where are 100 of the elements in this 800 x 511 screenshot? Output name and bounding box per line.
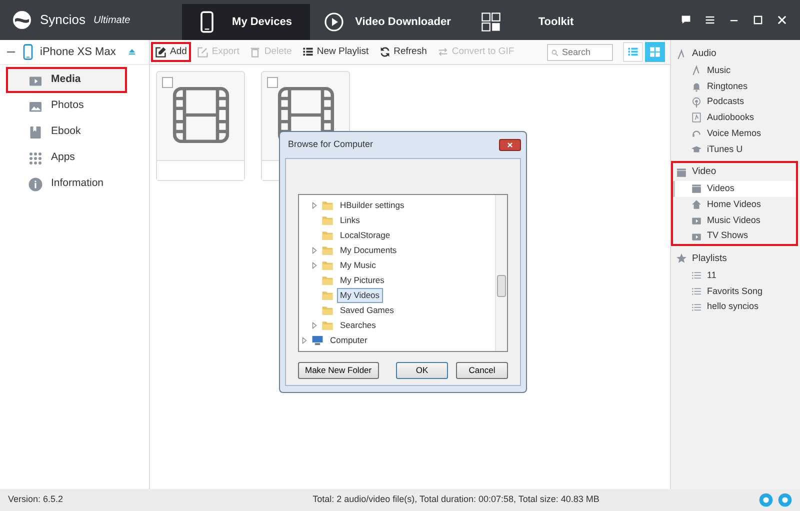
trash-icon (249, 46, 262, 58)
feedback-icon[interactable] (680, 14, 692, 26)
tree-item[interactable]: HBuilder settings (337, 198, 408, 213)
library-item[interactable]: Audiobooks (673, 110, 796, 126)
toolbar-button[interactable]: Refresh (374, 42, 431, 62)
expand-icon[interactable] (311, 322, 318, 329)
view-toggle[interactable] (623, 42, 643, 62)
tree-item[interactable]: Saved Games (337, 303, 397, 318)
tree-item[interactable]: My Pictures (337, 273, 388, 288)
clapper-icon (676, 166, 687, 178)
toolbar-button[interactable]: New Playlist (298, 42, 373, 62)
expand-icon[interactable] (311, 262, 318, 269)
folder-icon (321, 244, 334, 257)
library-item[interactable]: Home Videos (673, 196, 796, 212)
bell-icon (691, 81, 702, 92)
swap-icon (436, 46, 449, 58)
library-item[interactable]: Music (673, 63, 796, 79)
export-icon (196, 46, 209, 58)
tree-item[interactable]: Computer (327, 333, 370, 348)
list-icon (691, 302, 702, 313)
list-view-icon (627, 46, 639, 58)
folder-icon (321, 274, 334, 287)
book-icon (691, 112, 702, 124)
nav-tab[interactable]: Video Downloader (310, 4, 466, 40)
library-item[interactable]: 11 (673, 268, 796, 284)
list-icon (691, 270, 702, 282)
library-item[interactable]: hello syncios (673, 299, 796, 315)
sidebar-item[interactable]: Information (6, 171, 127, 197)
section-heading: Audio (692, 46, 716, 61)
folder-icon (321, 319, 334, 332)
library-item[interactable]: Favorits Song (673, 284, 796, 300)
library-item[interactable]: Podcasts (673, 94, 796, 110)
edit-icon (155, 46, 167, 58)
clapper-icon (691, 183, 702, 194)
nav-tab[interactable]: Toolkit (466, 4, 614, 40)
house-icon (691, 199, 702, 210)
folder-icon (321, 214, 334, 227)
app-name: Syncios (40, 11, 86, 30)
sidebar-item[interactable]: Ebook (6, 119, 127, 145)
tree-item[interactable]: Links (337, 213, 363, 228)
dialog-button[interactable]: Make New Folder (298, 362, 379, 379)
social-icon[interactable] (758, 493, 773, 507)
play-icon (324, 12, 344, 32)
tree-item[interactable]: Searches (337, 318, 379, 333)
expand-icon[interactable] (311, 202, 318, 209)
grid-view-icon (649, 46, 661, 58)
device-name: iPhone XS Max (40, 44, 117, 60)
sidebar-item[interactable]: Apps (6, 145, 127, 171)
book-icon (28, 124, 43, 140)
section-heading: Video (692, 165, 716, 179)
toolbar-button[interactable]: Add (151, 42, 191, 62)
tree-item[interactable]: My Music (337, 258, 379, 273)
library-item[interactable]: iTunes U (673, 141, 796, 158)
info-icon (28, 176, 43, 192)
computer-icon (311, 334, 324, 347)
tree-item[interactable]: My Documents (337, 243, 400, 258)
folder-icon (321, 304, 334, 317)
grid-icon (28, 150, 43, 166)
close-button[interactable] (499, 139, 521, 151)
search-field[interactable]: Search (547, 44, 613, 60)
library-item[interactable]: Videos (673, 181, 796, 197)
tree-item[interactable]: LocalStorage (337, 228, 394, 243)
logo-icon (12, 10, 32, 30)
library-item[interactable]: Ringtones (673, 78, 796, 94)
close-icon[interactable] (776, 14, 788, 26)
note-icon (691, 65, 702, 76)
nav-tab[interactable]: My Devices (182, 4, 310, 40)
checkbox[interactable] (162, 77, 173, 88)
note-icon (676, 48, 687, 60)
tree-item[interactable]: My Videos (337, 288, 383, 303)
checkbox[interactable] (267, 77, 278, 88)
library-item[interactable]: Voice Memos (673, 126, 796, 142)
podcast-icon (691, 96, 702, 108)
section-heading: Playlists (692, 252, 727, 266)
sidebar-item[interactable]: Media (6, 67, 127, 93)
scrollbar[interactable] (495, 195, 507, 351)
view-toggle[interactable] (645, 42, 665, 62)
graduation-cap-icon (691, 144, 702, 155)
folder-icon (321, 259, 334, 272)
app-edition: Ultimate (94, 14, 130, 28)
folder-icon (321, 229, 334, 242)
refresh-icon (378, 46, 391, 58)
dialog-button[interactable]: OK (396, 362, 448, 379)
maximize-icon[interactable] (752, 14, 764, 26)
social-icon[interactable] (778, 493, 792, 507)
expand-icon[interactable] (301, 337, 308, 344)
media-tile[interactable] (156, 71, 245, 181)
list-icon (691, 286, 702, 297)
library-item[interactable]: Music Videos (673, 212, 796, 228)
headset-icon (691, 128, 702, 140)
dialog-button[interactable]: Cancel (456, 362, 508, 379)
sidebar-item[interactable]: Photos (6, 93, 127, 119)
expand-icon[interactable] (311, 247, 318, 254)
version-label: Version: 6.5.2 (8, 493, 64, 506)
folder-icon (321, 289, 334, 302)
eject-icon[interactable] (127, 47, 137, 57)
star-icon (676, 253, 687, 264)
menu-icon[interactable] (704, 14, 716, 26)
library-item[interactable]: TV Shows (673, 228, 796, 244)
folder-icon (321, 199, 334, 212)
